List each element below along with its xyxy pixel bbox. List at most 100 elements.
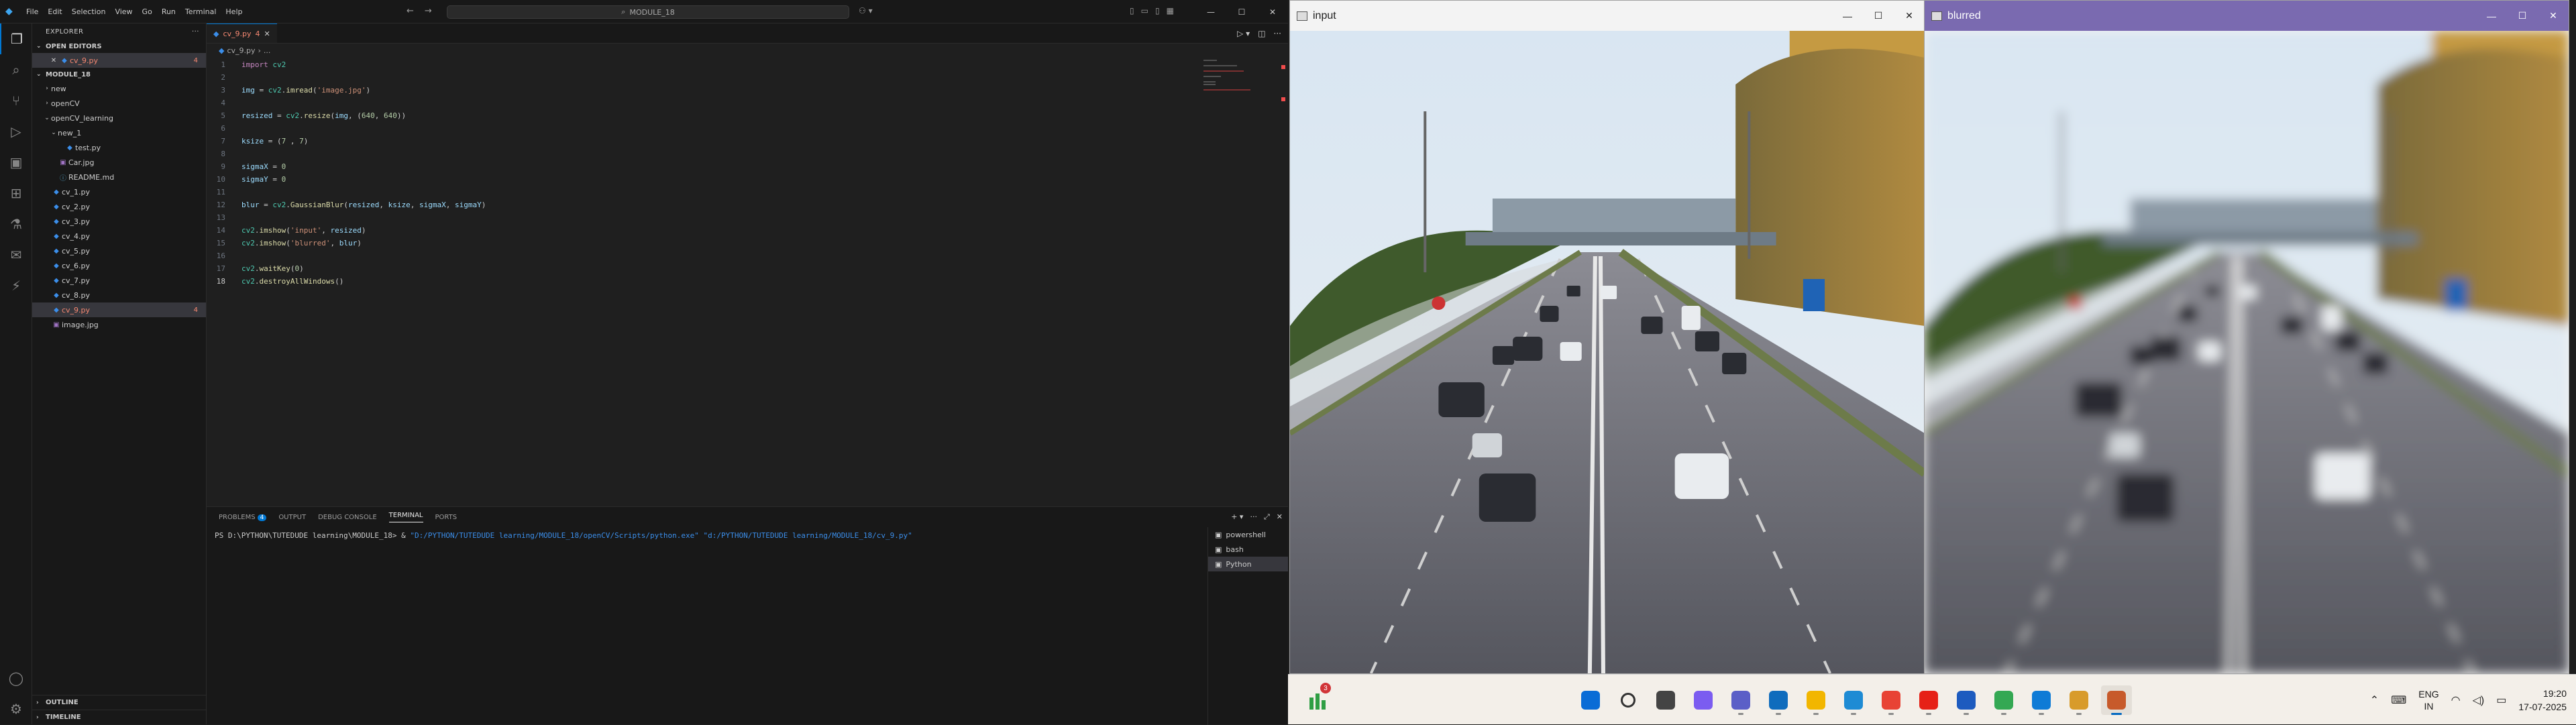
tree-file[interactable]: ◆ cv_5.py <box>32 243 206 258</box>
timeline-section[interactable]: › TIMELINE <box>32 710 207 724</box>
minimize-icon[interactable]: — <box>2476 1 2507 31</box>
wifi-icon[interactable]: ◠ <box>2451 693 2461 707</box>
minimap[interactable] <box>1203 58 1250 99</box>
forward-arrow-icon[interactable]: → <box>425 6 432 16</box>
more-actions-icon[interactable]: ··· <box>1250 512 1257 522</box>
command-center-search[interactable]: ⌕ MODULE_18 <box>447 5 849 19</box>
breadcrumb-file[interactable]: cv_9.py <box>227 46 255 55</box>
tree-file[interactable]: ◆ cv_9.py 4 <box>32 302 206 317</box>
terminal-item-python[interactable]: ▣ Python <box>1208 557 1288 571</box>
tree-file[interactable]: ◆ cv_4.py <box>32 229 206 243</box>
terminal-item-bash[interactable]: ▣ bash <box>1208 542 1288 557</box>
tree-folder[interactable]: › new <box>32 81 206 96</box>
tree-file[interactable]: ▣ image.jpg <box>32 317 206 332</box>
taskbar-start[interactable] <box>1575 685 1606 715</box>
breadcrumb-symbol[interactable]: ... <box>264 46 271 55</box>
maximize-icon[interactable]: ☐ <box>1863 1 1894 31</box>
more-actions-icon[interactable]: ··· <box>1274 29 1281 38</box>
menu-file[interactable]: File <box>21 7 43 16</box>
taskbar-file-manager[interactable] <box>2063 685 2094 715</box>
tree-file[interactable]: ◆ cv_7.py <box>32 273 206 288</box>
copilot-icon[interactable]: ⚇ ▾ <box>859 6 873 15</box>
open-editors-section[interactable]: ⌄ OPEN EDITORS <box>32 40 206 53</box>
blurred-window-titlebar[interactable]: blurred — ☐ ✕ <box>1925 1 2569 31</box>
maximize-panel-icon[interactable]: ⤢ <box>1264 512 1270 522</box>
taskbar-search[interactable] <box>1613 685 1644 715</box>
taskbar-chrome[interactable] <box>1876 685 1907 715</box>
settings-gear-icon[interactable]: ⚙ <box>0 693 32 724</box>
more-actions-icon[interactable]: ··· <box>192 28 199 36</box>
tab-debug-console[interactable]: DEBUG CONSOLE <box>318 514 377 521</box>
taskbar-teams[interactable] <box>1725 685 1756 715</box>
menu-run[interactable]: Run <box>157 7 180 16</box>
taskbar-outlook[interactable] <box>1763 685 1794 715</box>
open-editor-item[interactable]: ✕ ◆ cv_9.py 4 <box>32 53 206 68</box>
tree-file[interactable]: ◆ cv_3.py <box>32 214 206 229</box>
taskbar-file-explorer[interactable] <box>1801 685 1831 715</box>
taskbar-python-window[interactable] <box>2101 685 2132 715</box>
clock[interactable]: 19:20 17-07-2025 <box>2518 687 2567 714</box>
menu-help[interactable]: Help <box>221 7 247 16</box>
close-icon[interactable]: ✕ <box>2538 1 2569 31</box>
split-editor-icon[interactable]: ◫ <box>1258 29 1265 38</box>
search-view-icon[interactable]: ⌕ <box>0 54 32 85</box>
tree-folder[interactable]: ⌄ openCV_learning <box>32 111 206 125</box>
taskbar-word[interactable] <box>1951 685 1982 715</box>
workspace-section[interactable]: ⌄ MODULE_18 <box>32 68 206 81</box>
run-debug-icon[interactable]: ▷ <box>0 116 32 147</box>
keyboard-icon[interactable]: ⌨ <box>2391 693 2406 707</box>
outline-section[interactable]: › OUTLINE <box>32 695 207 710</box>
input-window-titlebar[interactable]: input — ☐ ✕ <box>1290 1 1925 31</box>
taskbar-youtube[interactable] <box>1913 685 1944 715</box>
tab-cv9[interactable]: ◆ cv_9.py 4 ✕ <box>207 23 277 43</box>
battery-icon[interactable]: ▭ <box>2496 693 2506 707</box>
taskbar-task-view[interactable] <box>1650 685 1681 715</box>
volume-icon[interactable]: ◁) <box>2473 693 2485 707</box>
tree-file[interactable]: ◆ cv_8.py <box>32 288 206 302</box>
close-icon[interactable]: ✕ <box>1257 0 1288 23</box>
tab-terminal[interactable]: TERMINAL <box>388 512 423 522</box>
terminal-item-powershell[interactable]: ▣ powershell <box>1208 527 1288 542</box>
testing-icon[interactable]: ⚗ <box>0 209 32 239</box>
maximize-icon[interactable]: ☐ <box>1226 0 1257 23</box>
new-terminal-icon[interactable]: + ▾ <box>1231 512 1243 522</box>
menu-edit[interactable]: Edit <box>43 7 66 16</box>
remote-explorer-icon[interactable]: ▣ <box>0 147 32 178</box>
tab-ports[interactable]: PORTS <box>435 514 458 521</box>
run-python-icon[interactable]: ▷ ▾ <box>1237 29 1250 38</box>
tree-file[interactable]: ▣ Car.jpg <box>32 155 206 170</box>
tree-file[interactable]: ◆ cv_6.py <box>32 258 206 273</box>
toggle-panel-icon[interactable]: ▭ <box>1141 6 1148 15</box>
chevron-up-icon[interactable]: ⌃ <box>2370 693 2379 707</box>
tree-file[interactable]: ◆ test.py <box>32 140 206 155</box>
tab-output[interactable]: OUTPUT <box>278 514 306 521</box>
language-indicator[interactable]: ENG IN <box>2418 688 2438 712</box>
menu-view[interactable]: View <box>110 7 137 16</box>
terminal-output[interactable]: PS D:\PYTHON\TUTEDUDE learning\MODULE_18… <box>215 531 912 540</box>
menu-terminal[interactable]: Terminal <box>180 7 221 16</box>
back-arrow-icon[interactable]: ← <box>407 6 414 16</box>
taskbar-vscode[interactable] <box>2026 685 2057 715</box>
minimize-icon[interactable]: — <box>1832 1 1863 31</box>
customize-layout-icon[interactable]: ▦ <box>1167 6 1174 15</box>
python-icon[interactable]: ⚡ <box>0 270 32 301</box>
taskbar-copilot[interactable] <box>1688 685 1719 715</box>
maximize-icon[interactable]: ☐ <box>2507 1 2538 31</box>
tree-file[interactable]: ◆ cv_1.py <box>32 184 206 199</box>
toggle-secondary-sidebar-icon[interactable]: ▯ <box>1155 6 1160 15</box>
close-panel-icon[interactable]: ✕ <box>1277 512 1283 522</box>
toggle-primary-sidebar-icon[interactable]: ▯ <box>1130 6 1134 15</box>
tab-problems[interactable]: PROBLEMS 4 <box>219 514 267 521</box>
chat-icon[interactable]: ✉ <box>0 239 32 270</box>
code-editor[interactable]: 1 import cv2 2 3 img = cv2.imread('image.jpg… <box>207 58 1193 288</box>
minimize-icon[interactable]: — <box>1195 0 1226 23</box>
tree-file[interactable]: ◆ cv_2.py <box>32 199 206 214</box>
close-tab-icon[interactable]: ✕ <box>264 30 270 38</box>
tree-folder[interactable]: › openCV <box>32 96 206 111</box>
tree-folder[interactable]: ⌄ new_1 <box>32 125 206 140</box>
account-icon[interactable]: ◯ <box>0 663 32 693</box>
taskbar-edge[interactable] <box>1838 685 1869 715</box>
widgets-button[interactable]: 3 <box>1307 683 1331 711</box>
extensions-icon[interactable]: ⊞ <box>0 178 32 209</box>
taskbar-chrome-profile[interactable] <box>1988 685 2019 715</box>
